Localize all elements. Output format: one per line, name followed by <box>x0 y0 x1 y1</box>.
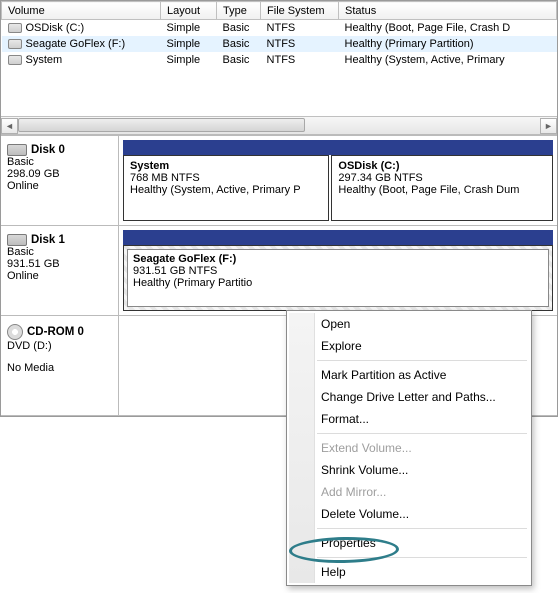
menu-mark-active[interactable]: Mark Partition as Active <box>287 364 531 386</box>
volume-type: Basic <box>217 52 261 68</box>
disk1-header-bar <box>123 230 553 245</box>
volume-name: System <box>26 54 63 66</box>
volume-layout: Simple <box>161 20 217 37</box>
disk1-status: Online <box>7 270 112 282</box>
col-type[interactable]: Type <box>217 2 261 20</box>
menu-separator <box>317 528 527 529</box>
disk0-size: 298.09 GB <box>7 168 112 180</box>
disk-row-1: Disk 1 Basic 931.51 GB Online Seagate Go… <box>1 226 557 316</box>
menu-separator <box>317 433 527 434</box>
cdrom-title: CD-ROM 0 <box>27 326 84 338</box>
col-status[interactable]: Status <box>339 2 557 20</box>
disk1-info[interactable]: Disk 1 Basic 931.51 GB Online <box>1 226 119 315</box>
volume-type: Basic <box>217 36 261 52</box>
volume-row[interactable]: Seagate GoFlex (F:) SimpleBasicNTFSHealth… <box>2 36 557 52</box>
menu-explore[interactable]: Explore <box>287 335 531 357</box>
partition-osdisk[interactable]: OSDisk (C:) 297.34 GB NTFS Healthy (Boot… <box>331 155 553 221</box>
menu-help[interactable]: Help <box>287 561 531 583</box>
partition-name: Seagate GoFlex (F:) <box>133 253 543 265</box>
col-filesystem[interactable]: File System <box>261 2 339 20</box>
partition-size: 931.51 GB NTFS <box>133 265 543 277</box>
volume-fs: NTFS <box>261 52 339 68</box>
scroll-thumb[interactable] <box>18 118 305 132</box>
disk-icon <box>7 144 27 156</box>
menu-change-drive-letter[interactable]: Change Drive Letter and Paths... <box>287 386 531 408</box>
volume-name: OSDisk (C:) <box>26 22 85 34</box>
menu-open[interactable]: Open <box>287 313 531 335</box>
col-layout[interactable]: Layout <box>161 2 217 20</box>
disk1-title: Disk 1 <box>31 234 65 246</box>
volume-fs: NTFS <box>261 36 339 52</box>
col-volume[interactable]: Volume <box>2 2 161 20</box>
partition-size: 297.34 GB NTFS <box>338 172 546 184</box>
volume-list: Volume Layout Type File System Status OS… <box>1 1 557 116</box>
volume-status: Healthy (System, Active, Primary <box>339 52 557 68</box>
partition-health: Healthy (Boot, Page File, Crash Dum <box>338 184 546 196</box>
horizontal-scrollbar[interactable]: ◄ ► <box>1 116 557 134</box>
volume-fs: NTFS <box>261 20 339 37</box>
volume-status: Healthy (Boot, Page File, Crash D <box>339 20 557 37</box>
menu-delete-volume[interactable]: Delete Volume... <box>287 503 531 525</box>
volume-header-row: Volume Layout Type File System Status <box>2 2 557 20</box>
disk1-type: Basic <box>7 246 112 258</box>
volume-type: Basic <box>217 20 261 37</box>
disk1-size: 931.51 GB <box>7 258 112 270</box>
cdrom-info[interactable]: CD-ROM 0 DVD (D:) No Media <box>1 316 119 415</box>
partition-name: System <box>130 160 322 172</box>
disk0-status: Online <box>7 180 112 192</box>
context-menu: Open Explore Mark Partition as Active Ch… <box>286 310 532 586</box>
scroll-track[interactable] <box>18 118 540 134</box>
partition-seagate[interactable]: Seagate GoFlex (F:) 931.51 GB NTFS Healt… <box>123 245 553 311</box>
volume-row[interactable]: OSDisk (C:) SimpleBasicNTFSHealthy (Boot,… <box>2 20 557 37</box>
volume-layout: Simple <box>161 36 217 52</box>
partition-size: 768 MB NTFS <box>130 172 322 184</box>
partition-name: OSDisk (C:) <box>338 160 546 172</box>
menu-add-mirror: Add Mirror... <box>287 481 531 503</box>
volume-status: Healthy (Primary Partition) <box>339 36 557 52</box>
scroll-right-icon[interactable]: ► <box>540 118 557 134</box>
volume-icon <box>8 55 22 65</box>
volume-layout: Simple <box>161 52 217 68</box>
partition-health: Healthy (System, Active, Primary P <box>130 184 322 196</box>
disk0-type: Basic <box>7 156 112 168</box>
menu-extend-volume: Extend Volume... <box>287 437 531 459</box>
disk-row-0: Disk 0 Basic 298.09 GB Online System 768… <box>1 136 557 226</box>
disk-icon <box>7 234 27 246</box>
partition-system[interactable]: System 768 MB NTFS Healthy (System, Acti… <box>123 155 329 221</box>
volume-icon <box>8 39 22 49</box>
cdrom-icon <box>7 324 23 340</box>
partition-health: Healthy (Primary Partitio <box>133 277 543 289</box>
cdrom-media: No Media <box>7 362 112 374</box>
disk0-header-bar <box>123 140 553 155</box>
menu-format[interactable]: Format... <box>287 408 531 430</box>
menu-separator <box>317 360 527 361</box>
disk0-title: Disk 0 <box>31 144 65 156</box>
menu-properties[interactable]: Properties <box>287 532 531 554</box>
menu-shrink-volume[interactable]: Shrink Volume... <box>287 459 531 481</box>
volume-row[interactable]: System SimpleBasicNTFSHealthy (System, Ac… <box>2 52 557 68</box>
cdrom-drive: DVD (D:) <box>7 340 112 352</box>
volume-name: Seagate GoFlex (F:) <box>26 38 126 50</box>
volume-icon <box>8 23 22 33</box>
scroll-left-icon[interactable]: ◄ <box>1 118 18 134</box>
menu-separator <box>317 557 527 558</box>
disk0-info[interactable]: Disk 0 Basic 298.09 GB Online <box>1 136 119 225</box>
